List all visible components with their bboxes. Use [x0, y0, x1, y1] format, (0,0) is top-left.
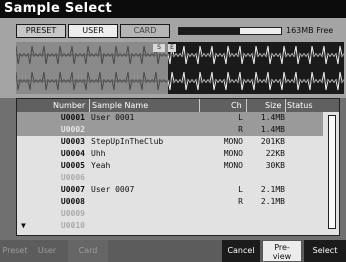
sample-row-u0010[interactable]: ▼ U0010: [17, 220, 323, 232]
list-scrollbar[interactable]: [325, 112, 339, 235]
tab-user[interactable]: USER: [68, 24, 118, 38]
column-divider: [246, 99, 247, 112]
sample-number: U0004: [60, 149, 85, 158]
sample-number: U0008: [60, 197, 85, 206]
sample-size: 1.4MB: [260, 113, 285, 122]
sample-channel: R: [238, 197, 243, 206]
waveform-display: S E: [16, 42, 344, 94]
sample-list: Number Sample Name Ch Size Status U0001 …: [16, 98, 340, 236]
sample-channel: MONO: [223, 137, 243, 146]
sample-size: 2.1MB: [260, 197, 285, 206]
column-divider: [89, 99, 90, 112]
user-button[interactable]: User: [30, 240, 64, 262]
sample-row-u0007[interactable]: U0007 User 0007 L 2.1MB: [17, 184, 323, 196]
sample-row-u0001[interactable]: U0001 User 0001 L 1.4MB: [17, 112, 323, 124]
sample-number: U0003: [60, 137, 85, 146]
sample-size: 22KB: [265, 149, 285, 158]
sample-name: Yeah: [91, 161, 111, 170]
sample-name: User 0001: [91, 113, 135, 122]
sample-channel: MONO: [223, 161, 243, 170]
sample-size: 2.1MB: [260, 185, 285, 194]
memory-usage-bar: [178, 27, 282, 35]
sample-number: U0001: [60, 113, 85, 122]
waveform-trace: [16, 45, 344, 91]
column-divider: [285, 99, 286, 112]
sample-number: U0010: [60, 221, 85, 230]
sample-size: 30KB: [265, 161, 285, 170]
sample-number: U0009: [60, 209, 85, 218]
end-marker-icon[interactable]: E: [168, 44, 176, 52]
sample-row-u0005[interactable]: U0005 Yeah MONO 30KB: [17, 160, 323, 172]
column-header-ch: Ch: [231, 101, 242, 110]
sample-number: U0007: [60, 185, 85, 194]
sample-channel: L: [238, 185, 243, 194]
sample-channel: MONO: [223, 149, 243, 158]
sample-row-u0008[interactable]: U0008 R 2.1MB: [17, 196, 323, 208]
sample-name: Uhh: [91, 149, 106, 158]
card-button[interactable]: Card: [68, 240, 108, 262]
sample-size: 201KB: [260, 137, 285, 146]
column-header-size: Size: [265, 101, 282, 110]
window-title: Sample Select: [4, 1, 113, 16]
column-header-number: Number: [53, 101, 86, 110]
sample-channel: L: [238, 113, 243, 122]
sample-number: U0005: [60, 161, 85, 170]
title-bar: Sample Select: [0, 0, 346, 18]
sample-channel: R: [238, 125, 243, 134]
sample-number: U0006: [60, 173, 85, 182]
scrollbar-thumb[interactable]: [328, 115, 336, 229]
sample-row-u0004[interactable]: U0004 Uhh MONO 22KB: [17, 148, 323, 160]
column-header-status: Status: [287, 101, 313, 110]
sample-rows: U0001 User 0001 L 1.4MB U0002 R 1.4MB U0…: [17, 112, 323, 232]
memory-usage-fill: [179, 28, 241, 34]
sample-name: StepUpInTheClub: [91, 137, 164, 146]
cancel-button[interactable]: Cancel: [222, 240, 260, 262]
function-button-bar: Preset User Card Cancel Pre- view Select: [0, 240, 346, 262]
column-divider: [199, 99, 200, 112]
tab-preset[interactable]: PRESET: [16, 24, 66, 38]
preview-button[interactable]: Pre- view: [262, 240, 302, 262]
preset-button[interactable]: Preset: [0, 240, 30, 262]
sample-row-u0002[interactable]: U0002 R 1.4MB: [17, 124, 323, 136]
sample-row-u0003[interactable]: U0003 StepUpInTheClub MONO 201KB: [17, 136, 323, 148]
memory-free-text: 163MB Free: [286, 26, 334, 35]
start-marker-icon[interactable]: S: [153, 44, 165, 52]
sample-row-u0006[interactable]: U0006: [17, 172, 323, 184]
tab-card[interactable]: CARD: [120, 24, 170, 38]
sample-size: 1.4MB: [260, 125, 285, 134]
sample-name: User 0007: [91, 185, 135, 194]
column-header-name: Sample Name: [92, 101, 149, 110]
sample-row-u0009[interactable]: U0009: [17, 208, 323, 220]
select-button[interactable]: Select: [304, 240, 346, 262]
sample-list-header: Number Sample Name Ch Size Status: [17, 99, 339, 112]
sample-number: U0002: [60, 125, 85, 134]
